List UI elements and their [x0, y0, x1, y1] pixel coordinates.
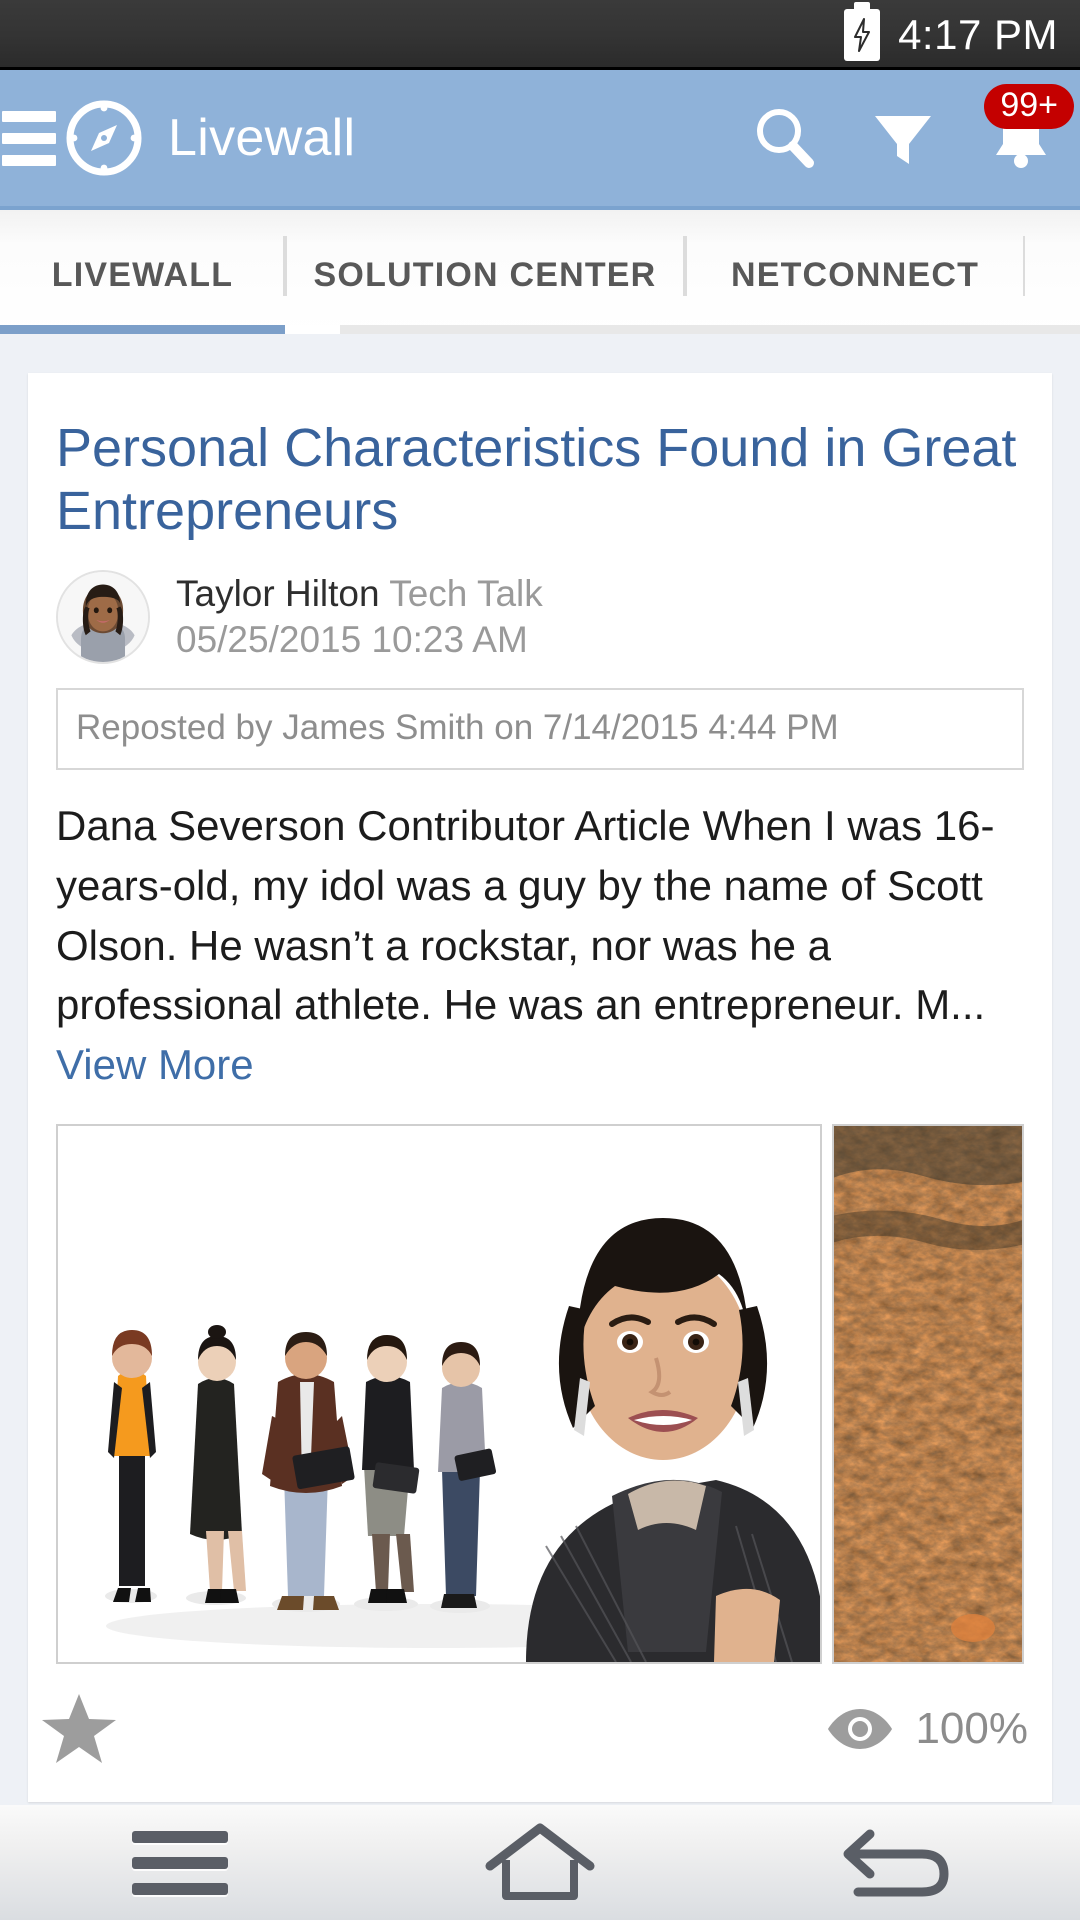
feed-scroll-area[interactable]: Personal Characteristics Found in Great … [0, 337, 1080, 1805]
nav-menu-bar-1 [132, 1830, 228, 1843]
post-media [56, 1124, 1024, 1665]
nav-back-button[interactable] [720, 1820, 1080, 1906]
author-name[interactable]: Taylor Hilton [176, 573, 380, 614]
tab-solution-center-label: SOLUTION CENTER [313, 255, 657, 294]
favorite-button[interactable] [36, 1686, 122, 1772]
orange-terrain-photo[interactable] [832, 1124, 1024, 1665]
menu-bar-2 [2, 132, 56, 144]
channel-name[interactable]: Tech Talk [389, 573, 543, 614]
post-byline: Taylor Hilton Tech Talk 05/25/2015 10:23… [56, 570, 1024, 665]
search-icon [757, 109, 814, 168]
eye-icon [828, 1709, 893, 1750]
view-more-link[interactable]: View More [56, 1041, 254, 1088]
nav-home-icon [485, 1823, 595, 1900]
tab-netconnect[interactable]: NETCONNECT [685, 210, 1025, 334]
nav-menu-icon [132, 1830, 228, 1895]
tab-livewall-label: LIVEWALL [51, 255, 234, 294]
orange-terrain-image [834, 1126, 1022, 1663]
posted-date: 05/25/2015 10:23 AM [176, 619, 528, 661]
post-body: Dana Severson Contributor Article When I… [56, 796, 1024, 1094]
menu-bar-1 [2, 110, 56, 122]
notification-badge: 99+ [984, 84, 1074, 129]
business-people-photo[interactable] [56, 1124, 822, 1665]
compass-icon[interactable] [64, 98, 144, 178]
filter-button[interactable] [844, 68, 962, 208]
charging-bolt-icon [854, 18, 871, 52]
active-tab-indicator [0, 325, 285, 334]
star-icon [42, 1694, 116, 1764]
tab-solution-center[interactable]: SOLUTION CENTER [285, 210, 685, 334]
author-line: Taylor Hilton Tech Talk [176, 571, 543, 617]
status-clock: 4:17 PM [898, 11, 1058, 58]
app-title: Livewall [168, 109, 356, 167]
app-bar-actions: 99+ [726, 68, 1080, 208]
search-button[interactable] [726, 68, 844, 208]
nav-home-button[interactable] [360, 1820, 720, 1906]
nav-menu-bar-2 [132, 1856, 228, 1869]
nav-menu-bar-3 [132, 1882, 228, 1895]
views-percent: 100% [915, 1704, 1028, 1754]
repost-banner: Reposted by James Smith on 7/14/2015 4:4… [56, 688, 1024, 771]
post-card[interactable]: Personal Characteristics Found in Great … [28, 373, 1052, 1803]
app-bar: Livewall 99+ [0, 70, 1080, 210]
android-nav-bar [0, 1805, 1080, 1920]
views-indicator: 100% [825, 1704, 1044, 1754]
status-bar: 4:17 PM [0, 0, 1080, 70]
notifications-button[interactable]: 99+ [962, 68, 1080, 208]
tab-bar: LIVEWALL SOLUTION CENTER NETCONNECT [0, 210, 1080, 334]
filter-funnel-icon [875, 116, 931, 164]
business-people-image [58, 1126, 820, 1663]
tab-livewall[interactable]: LIVEWALL [0, 210, 285, 334]
nav-back-icon [843, 1829, 949, 1896]
avatar-image [58, 572, 148, 663]
avatar[interactable] [56, 570, 150, 665]
tab-netconnect-label: NETCONNECT [730, 255, 980, 294]
post-title[interactable]: Personal Characteristics Found in Great … [56, 399, 1024, 554]
nav-menu-button[interactable] [0, 1830, 360, 1895]
byline-text: Taylor Hilton Tech Talk 05/25/2015 10:23… [176, 571, 543, 664]
menu-bar-3 [2, 154, 56, 166]
hamburger-menu-icon[interactable] [2, 110, 56, 166]
battery-charging-icon [844, 9, 881, 61]
tab-divider [1023, 236, 1025, 296]
post-footer: 100% [28, 1664, 1052, 1802]
post-body-text: Dana Severson Contributor Article When I… [56, 802, 995, 1029]
